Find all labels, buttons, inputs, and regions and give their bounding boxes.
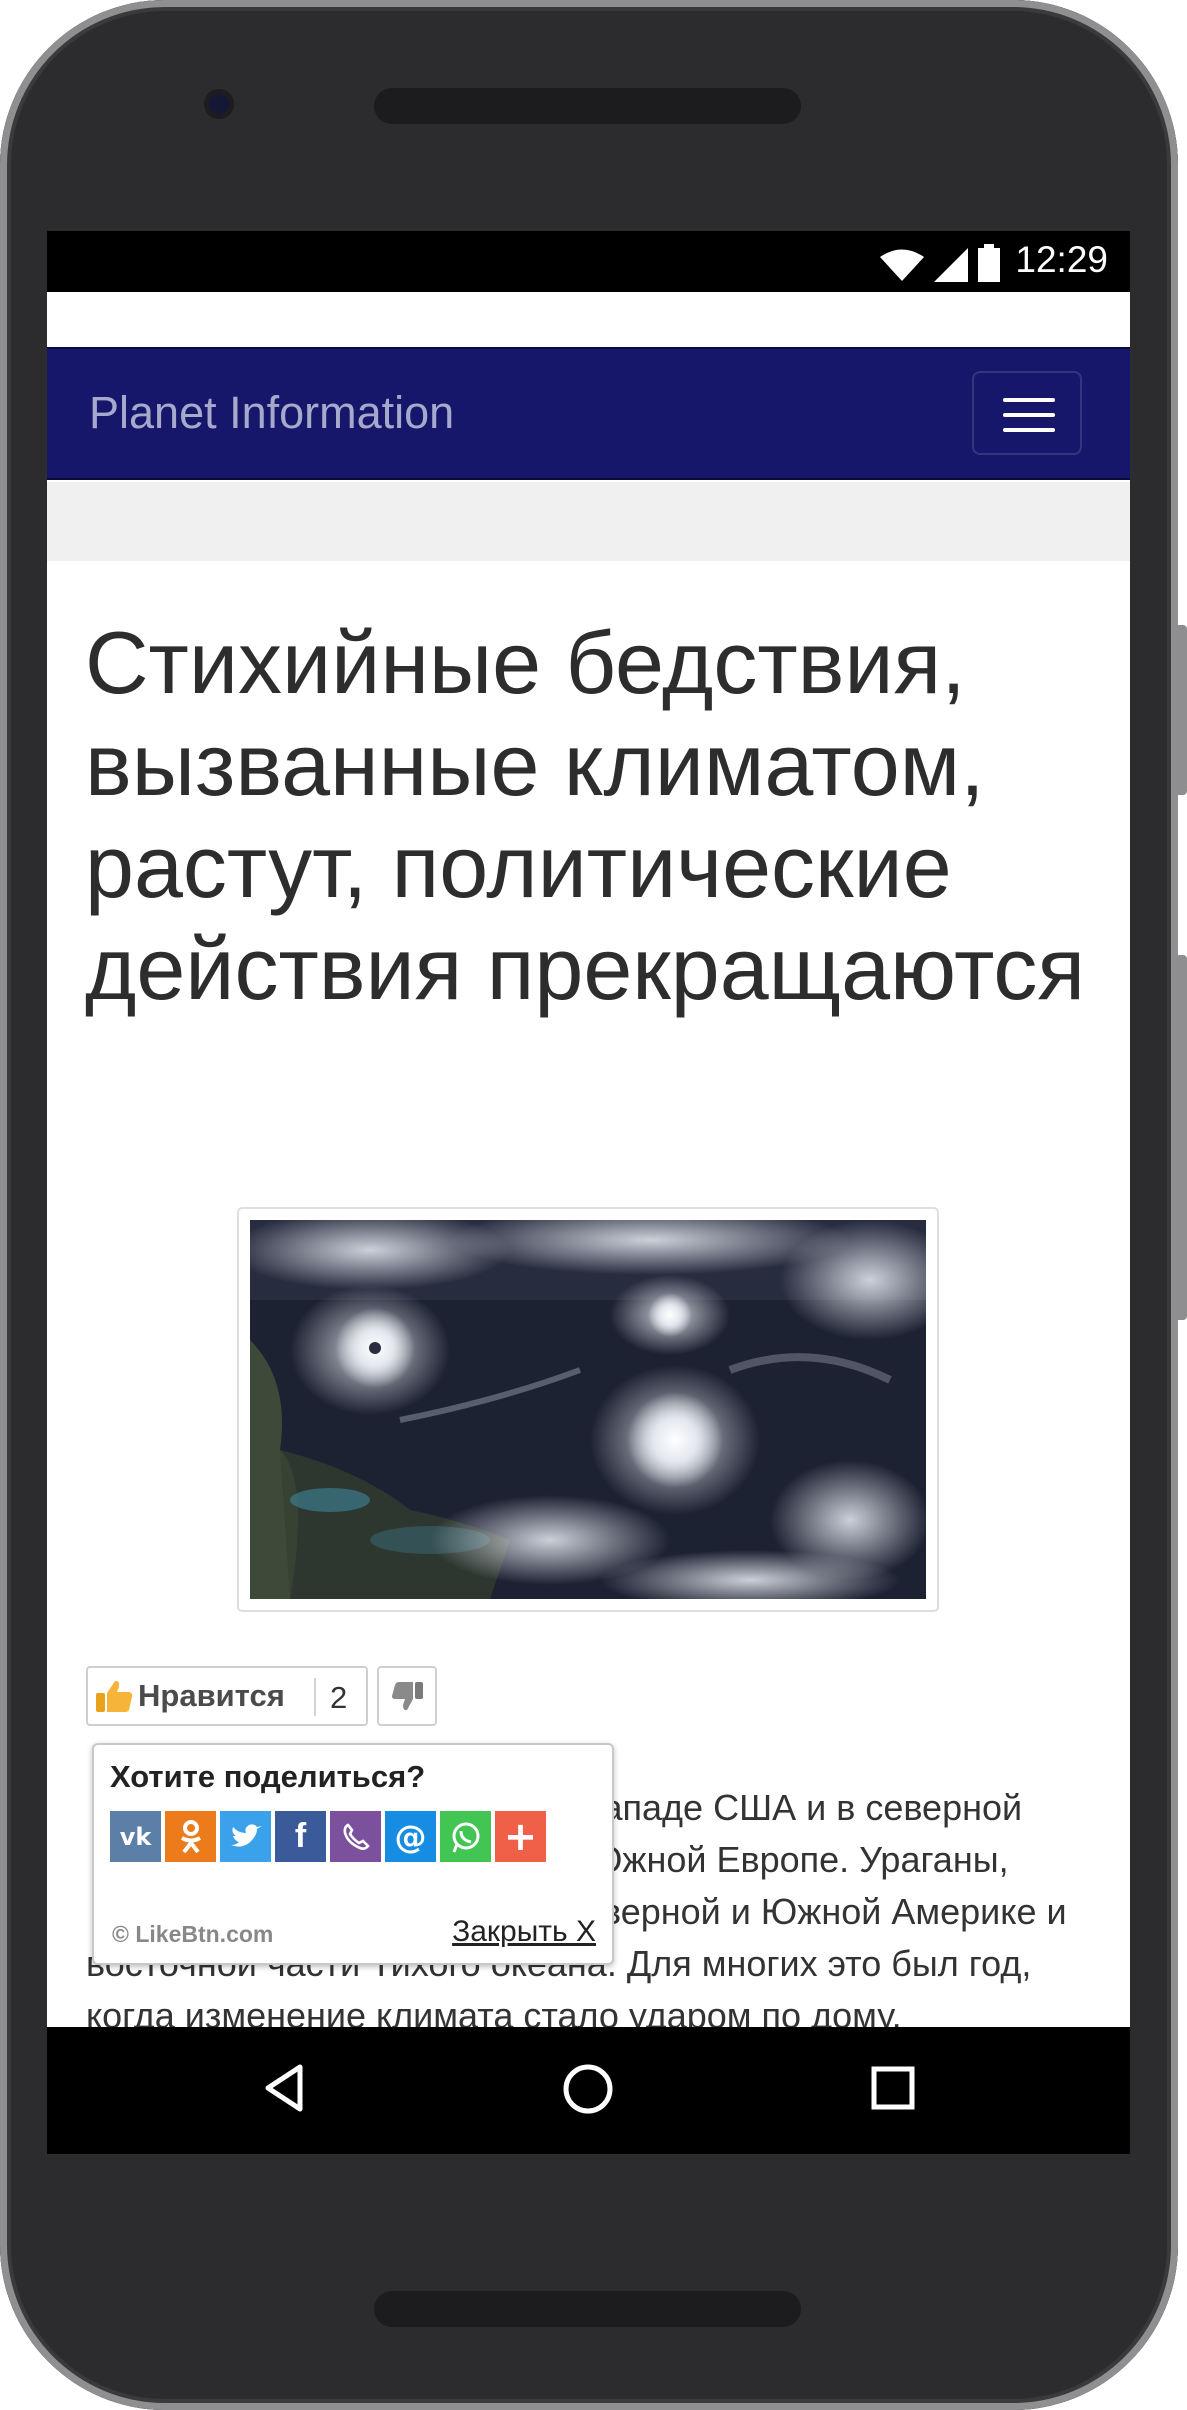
thumbs-up-icon: [94, 1678, 134, 1714]
like-label: Нравится: [138, 1678, 285, 1713]
whatsapp-share-icon[interactable]: [440, 1811, 491, 1862]
more-share-icon[interactable]: +: [495, 1811, 546, 1862]
wifi-icon: [880, 249, 924, 281]
menu-toggle-button[interactable]: [972, 371, 1082, 455]
like-button[interactable]: Нравится 2: [86, 1666, 368, 1726]
twitter-share-icon[interactable]: [220, 1811, 271, 1862]
signal-icon: [934, 248, 968, 282]
likebtn-brand-link[interactable]: © LikeBtn.com: [112, 1921, 273, 1948]
status-icons: [880, 242, 1000, 282]
bottom-speaker: [374, 2291, 801, 2327]
system-navigation-bar: [47, 2027, 1130, 2154]
share-title: Хотите поделиться?: [110, 1759, 426, 1794]
back-triangle-icon[interactable]: [262, 2063, 306, 2113]
recents-square-icon[interactable]: [870, 2065, 916, 2111]
status-bar: 12:29: [47, 231, 1130, 292]
battery-icon: [978, 244, 1000, 282]
viber-share-icon[interactable]: [330, 1811, 381, 1862]
power-button: [1176, 955, 1187, 1320]
share-close-link[interactable]: Закрыть X: [452, 1915, 596, 1949]
hamburger-menu-icon: [1003, 398, 1055, 402]
article-title: Стихийные бедствия, вызванные климатом, …: [85, 613, 1086, 1018]
front-camera: [204, 89, 234, 119]
vk-share-icon[interactable]: vk: [110, 1811, 161, 1862]
breadcrumb-band: [47, 482, 1130, 561]
volume-button: [1176, 625, 1187, 795]
thumbs-down-icon: [392, 1682, 423, 1711]
device-screen: 12:29 Planet Information Стихийные бедст…: [47, 231, 1130, 2154]
earpiece-speaker: [374, 88, 801, 124]
like-divider: [314, 1678, 316, 1716]
article-image-frame: [237, 1207, 939, 1612]
site-brand[interactable]: Planet Information: [89, 387, 454, 439]
satellite-hurricanes-image[interactable]: [250, 1220, 926, 1599]
home-circle-icon[interactable]: [562, 2063, 614, 2115]
dislike-button[interactable]: [377, 1666, 437, 1726]
facebook-share-icon[interactable]: f: [275, 1811, 326, 1862]
like-count: 2: [330, 1680, 348, 1715]
mail-share-icon[interactable]: @: [385, 1811, 436, 1862]
web-page[interactable]: Planet Information Стихийные бедствия, в…: [47, 292, 1130, 2094]
share-popup: Хотите поделиться? vk f @ + © LikeBtn.co…: [92, 1743, 614, 1965]
share-icons: vk f @ +: [110, 1811, 546, 1862]
odnoklassniki-share-icon[interactable]: [165, 1811, 216, 1862]
status-time: 12:29: [1015, 239, 1108, 280]
site-navbar: Planet Information: [47, 347, 1130, 480]
